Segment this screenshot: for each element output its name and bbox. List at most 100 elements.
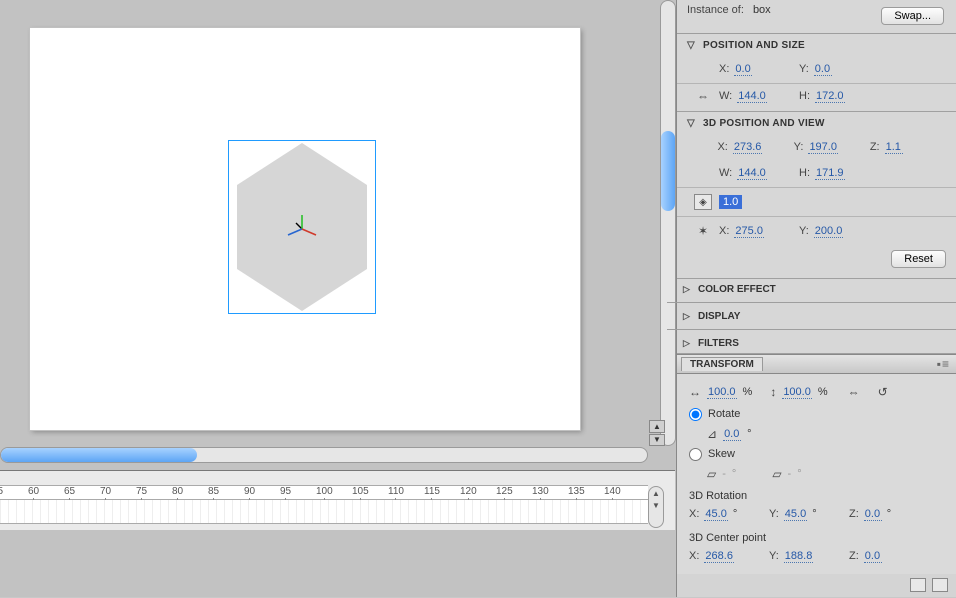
center-y-value[interactable]: 188.8 xyxy=(784,550,814,563)
y-label: Y: xyxy=(769,508,779,520)
z-label: Z: xyxy=(870,141,880,153)
h-label: H: xyxy=(799,167,810,179)
degree-label: ° xyxy=(732,468,736,480)
properties-panels: Instance of: box Swap... ▽ POSITION AND … xyxy=(676,0,956,597)
3d-position-view-header[interactable]: ▽ 3D POSITION AND VIEW xyxy=(687,112,946,134)
stage-scroll-stepper[interactable]: ▲ ▼ xyxy=(649,420,665,446)
y-label: Y: xyxy=(799,63,809,75)
color-effect-header[interactable]: ▷ COLOR EFFECT xyxy=(677,279,956,299)
twisty-right-icon: ▷ xyxy=(683,311,692,322)
x-label: X: xyxy=(689,550,699,562)
skew-radio[interactable] xyxy=(689,448,702,461)
3d-z-value[interactable]: 1.1 xyxy=(885,141,903,154)
scale-width-value[interactable]: 100.0 xyxy=(707,386,737,399)
reset-scale-icon[interactable]: ↺ xyxy=(878,385,888,399)
vanishing-y-value[interactable]: 200.0 xyxy=(814,225,844,238)
3d-y-value[interactable]: 197.0 xyxy=(808,141,838,154)
twisty-right-icon: ▷ xyxy=(683,284,692,295)
degree-label: ° xyxy=(733,508,737,520)
rotate-value[interactable]: 0.0 xyxy=(723,428,741,441)
timeline-frames[interactable] xyxy=(0,500,648,524)
skew-h-value[interactable]: - xyxy=(722,468,726,480)
scale-height-value[interactable]: 100.0 xyxy=(782,386,812,399)
percent-label: % xyxy=(743,386,753,398)
camera-icon[interactable]: ◈ xyxy=(694,194,712,210)
scroll-down-icon[interactable]: ▼ xyxy=(649,499,663,511)
vanishing-point-icon[interactable]: ✶ xyxy=(698,224,708,238)
section-title: POSITION AND SIZE xyxy=(703,40,805,51)
twisty-right-icon: ▷ xyxy=(683,338,692,349)
skew-h-icon: ▱ xyxy=(707,467,716,481)
h-label: H: xyxy=(799,90,810,102)
x-label: X: xyxy=(719,63,729,75)
scrollbar-thumb[interactable] xyxy=(1,448,197,462)
3d-h-value[interactable]: 171.9 xyxy=(815,167,845,180)
twisty-down-icon: ▽ xyxy=(687,118,697,129)
scroll-down-icon[interactable]: ▼ xyxy=(649,434,665,447)
constrain-icon[interactable]: ⇔ xyxy=(848,385,860,399)
scroll-up-icon[interactable]: ▲ xyxy=(649,487,663,499)
z-label: Z: xyxy=(849,550,859,562)
w-label: W: xyxy=(719,90,732,102)
link-size-icon[interactable]: ⇔ xyxy=(697,89,709,103)
position-x-value[interactable]: 0.0 xyxy=(734,63,752,76)
skew-v-value[interactable]: - xyxy=(788,468,792,480)
instance-panel: Instance of: box Swap... xyxy=(677,0,956,34)
transform-tab[interactable]: TRANSFORM xyxy=(681,357,763,371)
degree-label: ° xyxy=(747,428,751,440)
reset-button[interactable]: Reset xyxy=(891,250,946,268)
x-label: X: xyxy=(717,141,727,153)
degree-label: ° xyxy=(887,508,891,520)
3d-w-value[interactable]: 144.0 xyxy=(737,167,767,180)
filters-header[interactable]: ▷ FILTERS xyxy=(677,333,956,353)
panel-option-icon[interactable] xyxy=(932,578,948,592)
stage-area: ▲ ▼ 556065707580859095100105110115120125… xyxy=(0,0,676,597)
3d-x-value[interactable]: 273.6 xyxy=(733,141,763,154)
twisty-down-icon: ▽ xyxy=(687,40,697,51)
y-label: Y: xyxy=(794,141,804,153)
section-title: DISPLAY xyxy=(698,311,740,322)
section-title: FILTERS xyxy=(698,338,739,349)
stage-horizontal-scrollbar[interactable] xyxy=(0,447,648,463)
scrollbar-thumb[interactable] xyxy=(661,131,675,211)
display-header[interactable]: ▷ DISPLAY xyxy=(677,306,956,326)
degree-label: ° xyxy=(812,508,816,520)
scale-width-icon: ↔ xyxy=(689,385,701,399)
section-title: 3D POSITION AND VIEW xyxy=(703,118,825,129)
instance-name: box xyxy=(753,4,771,16)
panel-menu-icon[interactable]: ▪≡ xyxy=(937,357,950,371)
x-label: X: xyxy=(689,508,699,520)
width-value[interactable]: 144.0 xyxy=(737,90,767,103)
skew-label: Skew xyxy=(708,448,735,460)
position-y-value[interactable]: 0.0 xyxy=(814,63,832,76)
scroll-up-icon[interactable]: ▲ xyxy=(649,420,665,433)
3d-center-title: 3D Center point xyxy=(689,532,944,544)
vanishing-x-value[interactable]: 275.0 xyxy=(734,225,764,238)
center-z-value[interactable]: 0.0 xyxy=(864,550,882,563)
percent-label: % xyxy=(818,386,828,398)
rot3d-z-value[interactable]: 0.0 xyxy=(864,508,882,521)
stage-vertical-scrollbar[interactable] xyxy=(660,0,676,446)
w-label: W: xyxy=(719,167,732,179)
skew-v-icon: ▱ xyxy=(772,467,781,481)
section-title: COLOR EFFECT xyxy=(698,284,776,295)
y-label: Y: xyxy=(769,550,779,562)
rotate-radio[interactable] xyxy=(689,408,702,421)
timeline-ruler[interactable]: 5560657075808590951001051101151201251301… xyxy=(0,485,648,500)
position-size-header[interactable]: ▽ POSITION AND SIZE xyxy=(687,34,946,56)
rot3d-x-value[interactable]: 45.0 xyxy=(704,508,727,521)
swap-button[interactable]: Swap... xyxy=(881,7,944,25)
rotate-label: Rotate xyxy=(708,408,740,420)
rot3d-y-value[interactable]: 45.0 xyxy=(784,508,807,521)
timeline-vertical-scrollbar[interactable]: ▲ ▼ xyxy=(648,486,664,528)
transform-panel-tabbar: TRANSFORM ▪≡ xyxy=(677,354,956,374)
scale-height-icon: ↕ xyxy=(770,385,776,399)
z-label: Z: xyxy=(849,508,859,520)
height-value[interactable]: 172.0 xyxy=(815,90,845,103)
collapsed-sections: ▷ COLOR EFFECT ▷ DISPLAY ▷ FILTERS xyxy=(677,279,956,354)
angle-icon: ⊿ xyxy=(707,427,717,441)
panel-option-icon[interactable] xyxy=(910,578,926,592)
center-x-value[interactable]: 268.6 xyxy=(704,550,734,563)
perspective-angle-value[interactable]: 1.0 xyxy=(719,195,742,209)
vp-x-label: X: xyxy=(719,225,729,237)
